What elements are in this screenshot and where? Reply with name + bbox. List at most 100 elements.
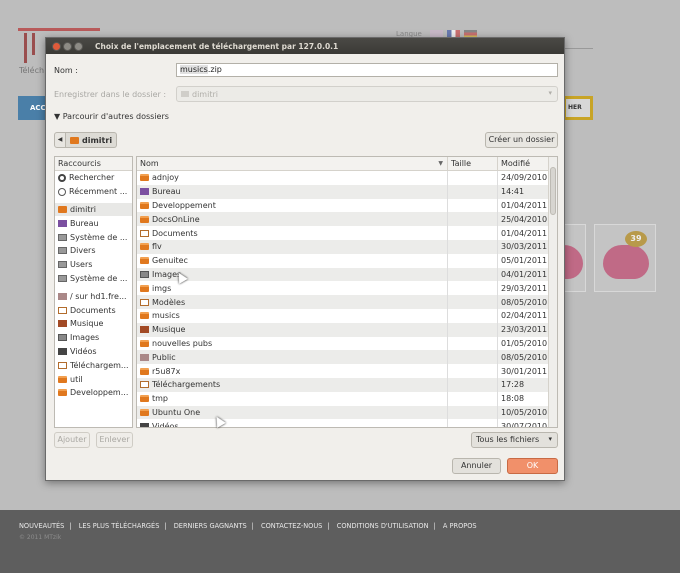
sidebar-item[interactable]: Users [55,258,132,272]
sidebar-item[interactable]: Developpem... [55,386,132,400]
folder-icon [58,375,67,383]
file-name: Genuitec [152,256,188,266]
search-icon [58,173,66,182]
file-modified-cell: 08/05/2010 [501,297,548,307]
folder-icon [140,367,149,375]
file-row[interactable]: Documents 01/04/2011 [137,226,557,240]
titlebar[interactable]: Choix de l'emplacement de téléchargement… [46,38,564,54]
sidebar-item[interactable]: Vidéos [55,345,132,359]
file-row[interactable]: adnjoy 24/09/2010 [137,171,557,185]
file-name-cell: r5u87x [137,364,448,378]
cancel-button[interactable]: Annuler [452,458,501,474]
places-list: Rechercher Récemment ... dimitri Bureau Syst… [55,171,132,400]
documents-icon [140,229,149,237]
sidebar-item[interactable]: Récemment ... [55,185,132,199]
filename-selected-text: musics [180,65,208,74]
vertical-scrollbar[interactable] [548,157,557,427]
file-size-cell [448,364,498,378]
sidebar-item[interactable]: Documents [55,303,132,317]
footer-link[interactable]: CONTACTEZ-NOUS [261,522,322,530]
file-row[interactable]: DocsOnLine 25/04/2010 [137,212,557,227]
file-row[interactable]: Musique 23/03/2011 [137,322,557,337]
file-modified-cell: 04/01/2011 [501,269,548,279]
file-row[interactable]: Images 04/01/2011 [137,267,557,282]
sidebar-item[interactable]: Système de ... [55,230,132,244]
column-name-header[interactable]: Nom ▼ [137,157,448,170]
sidebar-item[interactable]: Bureau [55,216,132,230]
file-row[interactable]: Ubuntu One 10/05/2010 [137,405,557,420]
footer-link[interactable]: DERNIERS GAGNANTS [174,522,247,530]
file-name: Bureau [152,187,181,197]
piggy-card[interactable]: 39 [594,224,656,292]
folder-icon [140,395,149,403]
search-button[interactable]: HER [563,96,593,120]
file-row[interactable]: Genuitec 05/01/2011 [137,253,557,268]
file-name-cell: imgs [137,281,448,296]
sidebar-item[interactable]: Divers [55,244,132,258]
sidebar-item[interactable]: dimitri [55,202,132,217]
sidebar-item[interactable]: Images [55,331,132,345]
file-row[interactable]: Public 08/05/2010 [137,350,557,365]
maximize-icon[interactable] [74,41,83,51]
images-icon [58,334,67,342]
sidebar-item-label: Téléchargem... [70,360,129,370]
column-modified-header[interactable]: Modifié [498,157,550,170]
coin-badge: 39 [625,231,647,247]
file-row[interactable]: Modèles 08/05/2010 [137,295,557,309]
add-button[interactable]: Ajouter [54,432,90,448]
browse-label: Parcourir d'autres dossiers [62,112,169,121]
places-header[interactable]: Raccourcis [55,157,132,171]
sidebar-item[interactable]: util [55,372,132,386]
close-icon[interactable] [52,41,61,51]
sidebar-item[interactable]: Rechercher [55,171,132,185]
desktop-icon [140,188,149,196]
footer-link[interactable]: CONDITIONS D'UTILISATION [337,522,429,530]
column-size-header[interactable]: Taille [448,157,498,170]
minimize-icon[interactable] [63,41,72,51]
file-row[interactable]: nouvelles pubs 01/05/2010 [137,336,557,351]
file-row[interactable]: flv 30/03/2011 [137,239,557,254]
drive-icon [58,274,67,282]
sidebar-item-label: Récemment ... [69,187,128,197]
sidebar-item[interactable]: Système de ... [55,272,132,286]
file-modified-cell: 30/07/2010 [501,421,548,428]
copyright: © 2011 MTzik [19,534,62,541]
browse-folders-expander[interactable]: ▼ Parcourir d'autres dossiers [54,112,169,121]
file-name: Ubuntu One [152,407,201,417]
folder-icon [58,389,67,397]
templates-icon [140,298,149,306]
acc-button[interactable]: ACC [18,96,48,120]
file-row[interactable]: Vidéos 30/07/2010 [137,419,557,428]
file-row[interactable]: Developpement 01/04/2011 [137,198,557,213]
create-folder-button[interactable]: Créer un dossier [485,132,558,148]
dialog-title: Choix de l'emplacement de téléchargement… [95,41,339,51]
chevron-down-icon: ▾ [548,435,552,443]
sidebar-item[interactable]: / sur hd1.fre... [55,289,132,303]
footer-link[interactable]: A PROPOS [443,522,477,530]
file-row[interactable]: tmp 18:08 [137,391,557,406]
sidebar-item[interactable]: Musique [55,317,132,331]
sidebar-item[interactable]: Téléchargem... [55,358,132,372]
path-button-current[interactable]: dimitri [66,132,118,148]
file-row[interactable]: musics 02/04/2011 [137,308,557,323]
scrollbar-thumb[interactable] [550,167,556,215]
images-icon [140,270,149,278]
footer-link[interactable]: LES PLUS TÉLÉCHARGÉS [79,522,160,530]
file-row[interactable]: Téléchargements 17:28 [137,377,557,392]
file-row[interactable]: Bureau 14:41 [137,184,557,199]
file-filter-combo[interactable]: Tous les fichiers ▾ [471,432,558,448]
path-back-button[interactable]: ◀ [54,132,66,148]
ok-button[interactable]: OK [507,458,558,474]
file-row[interactable]: imgs 29/03/2011 [137,281,557,296]
drive-icon [58,233,67,241]
sidebar-item-label: util [70,374,83,384]
file-size-cell [448,253,498,268]
file-name-cell: Developpement [137,198,448,213]
chevron-down-icon: ▾ [548,89,552,97]
file-row[interactable]: r5u87x 30/01/2011 [137,364,557,378]
save-in-combo[interactable]: dimitri ▾ [176,86,558,102]
filename-input[interactable]: musics.zip [176,63,558,77]
remove-button[interactable]: Enlever [96,432,133,448]
footer-link[interactable]: NOUVEAUTÉS [19,522,64,530]
file-name-cell: Vidéos [137,419,448,427]
